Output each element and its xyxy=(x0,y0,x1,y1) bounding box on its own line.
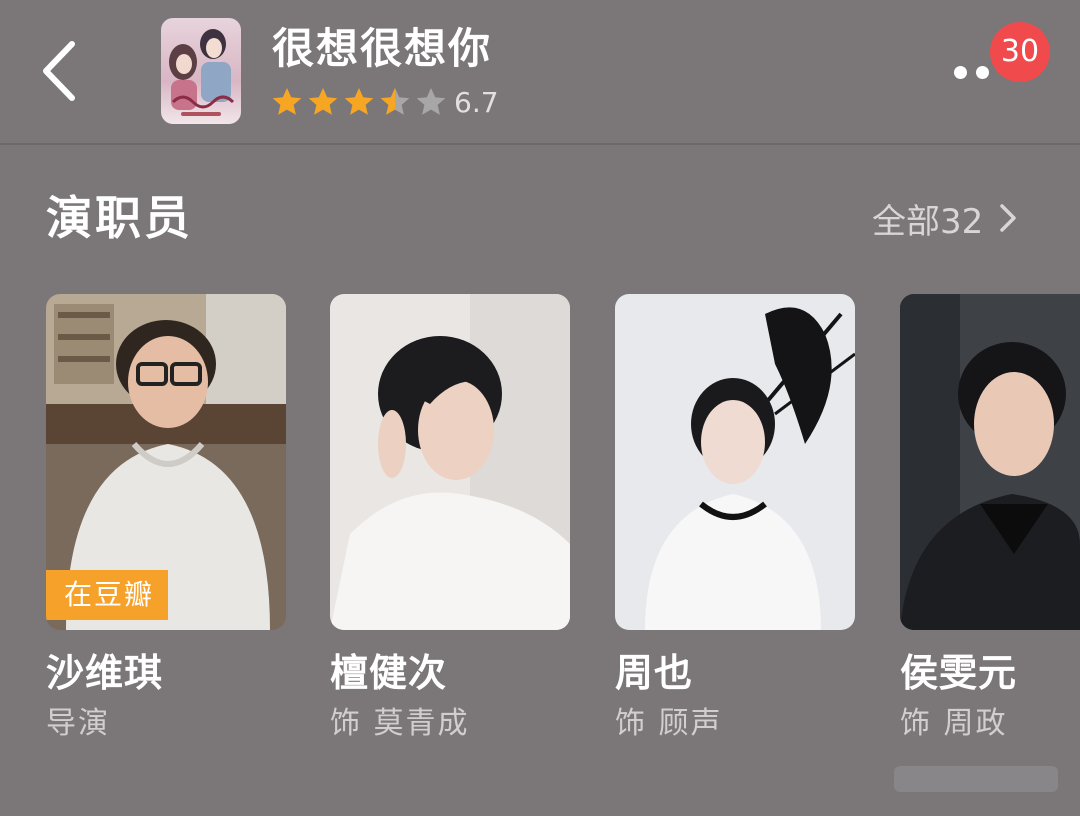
cast-name: 侯雯元 xyxy=(900,651,1018,695)
chevron-right-icon xyxy=(1000,204,1017,232)
cast-photo xyxy=(900,294,1080,630)
cast-name: 沙维琪 xyxy=(46,651,164,695)
back-button[interactable] xyxy=(38,38,84,104)
header: 很想很想你 6.7 30 xyxy=(0,0,1080,143)
chevron-left-icon xyxy=(43,41,75,101)
star-icon xyxy=(308,88,338,115)
see-all-label: 全部32 xyxy=(872,201,984,242)
cast-role: 饰 莫青成 xyxy=(330,706,470,741)
drama-title: 很想很想你 xyxy=(272,24,493,73)
douban-tag: 在豆瓣 xyxy=(46,570,169,620)
cast-photo xyxy=(615,294,855,630)
cast-card[interactable]: 在豆瓣 沙维琪 导演 xyxy=(46,294,286,754)
notification-badge: 30 xyxy=(990,22,1050,82)
cast-card[interactable]: 檀健次 饰 莫青成 xyxy=(330,294,570,754)
see-all-link[interactable]: 全部32 xyxy=(872,194,1017,242)
rating: 6.7 xyxy=(272,84,499,120)
more-dot xyxy=(976,66,989,79)
cast-role: 饰 周政 xyxy=(900,706,1008,741)
more-button[interactable] xyxy=(950,62,992,82)
cast-card[interactable]: 侯雯元 饰 周政 xyxy=(900,294,1080,754)
star-icon xyxy=(380,88,410,115)
star-icon xyxy=(272,88,302,115)
poster-thumbnail[interactable] xyxy=(161,18,241,124)
cast-name: 周也 xyxy=(615,651,694,695)
cast-name: 檀健次 xyxy=(330,651,448,695)
cast-role: 导演 xyxy=(46,706,110,741)
cast-photo: 在豆瓣 xyxy=(46,294,286,630)
more-dots-icon xyxy=(954,66,967,79)
cast-photo xyxy=(330,294,570,630)
star-icon xyxy=(344,88,374,115)
cast-role: 饰 顾声 xyxy=(615,706,723,741)
rating-score: 6.7 xyxy=(454,85,499,119)
header-divider xyxy=(0,143,1080,145)
star-icon xyxy=(416,88,446,115)
rating-stars xyxy=(272,87,452,117)
watermark xyxy=(894,766,1058,792)
section-title: 演职员 xyxy=(46,191,193,245)
cast-card[interactable]: 周也 饰 顾声 xyxy=(615,294,855,754)
